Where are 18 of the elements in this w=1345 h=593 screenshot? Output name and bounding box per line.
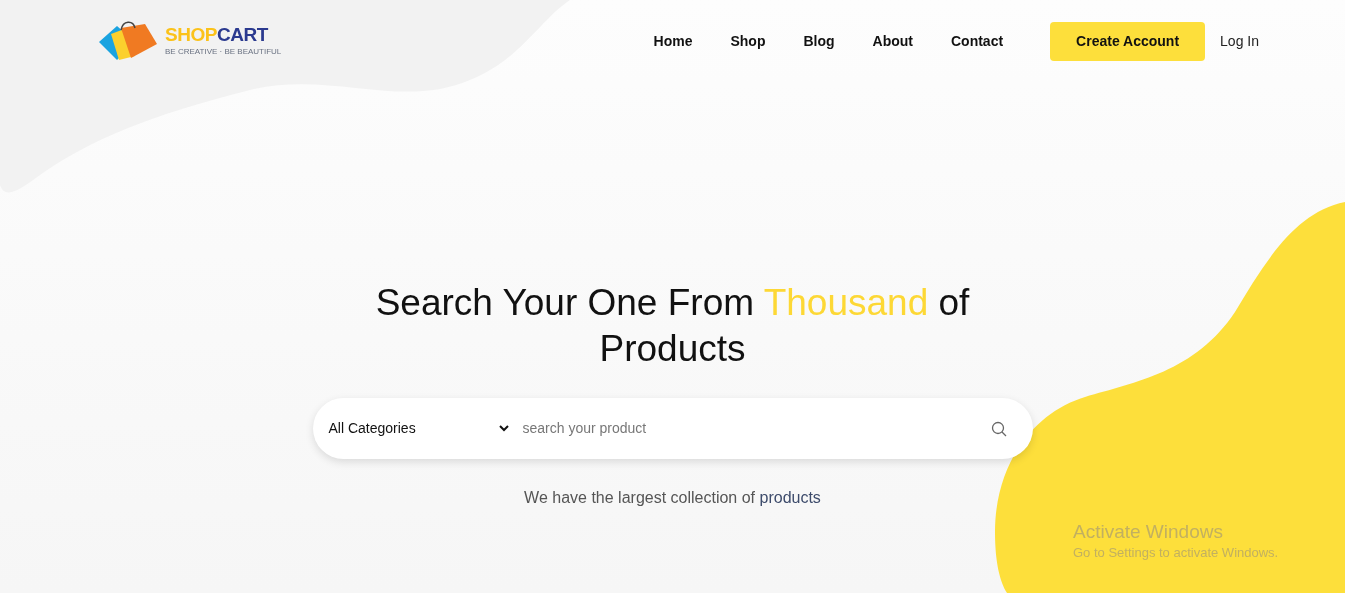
nav-link[interactable]: Contact: [951, 30, 1004, 52]
notice-message: Go to Settings to activate Windows.: [1073, 544, 1279, 562]
nav-link[interactable]: Shop: [730, 30, 766, 52]
nav-link[interactable]: Home: [653, 30, 693, 52]
shopping-bags-icon: [97, 20, 159, 62]
create-account-button[interactable]: Create Account: [1050, 21, 1206, 61]
chevron-down-icon: [498, 425, 509, 432]
login-link[interactable]: Log In: [1220, 30, 1259, 52]
nav-link[interactable]: Blog: [803, 30, 835, 52]
subtitle: We have the largest collection of products: [524, 488, 821, 508]
nav-link[interactable]: About: [872, 30, 913, 52]
notice-title: Activate Windows: [1073, 520, 1224, 544]
search-field[interactable]: search your product: [522, 418, 991, 439]
brand-name: SHOPCART: [165, 24, 270, 44]
category-dropdown[interactable]: All Categories: [328, 418, 509, 439]
search-icon[interactable]: [990, 420, 1007, 437]
tagline: BE CREATIVE · BE BEAUTIFUL: [165, 45, 282, 58]
headline: Search Your One From Thousand of Products: [374, 281, 971, 371]
